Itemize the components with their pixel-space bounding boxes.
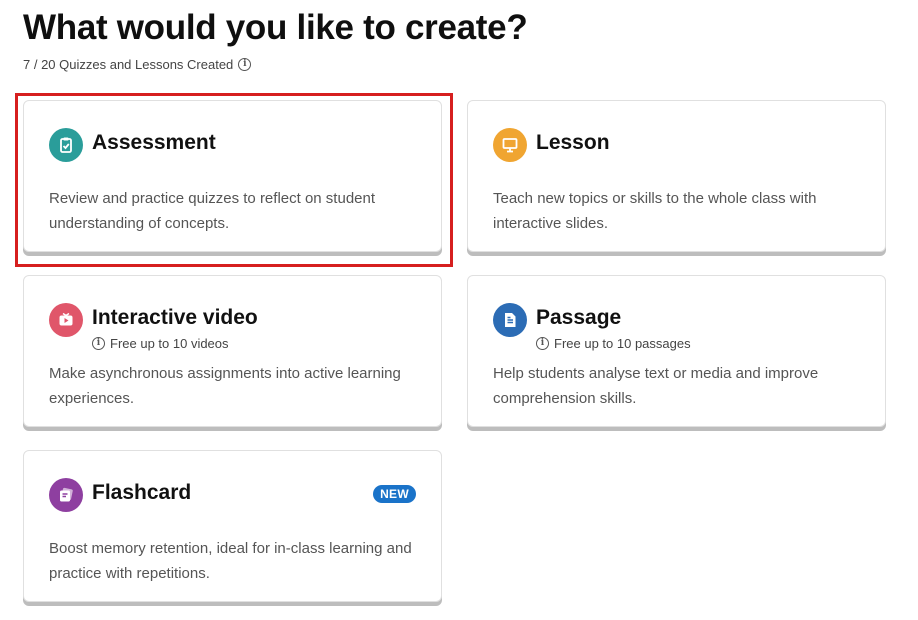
document-icon — [493, 303, 527, 337]
card-title: Interactive video — [92, 306, 258, 329]
card-description: Boost memory retention, ideal for in-cla… — [49, 540, 412, 582]
card-limit-note: i Free up to 10 passages — [536, 336, 691, 351]
usage-counter: 7 / 20 Quizzes and Lessons Created i — [23, 57, 252, 72]
card-title: Passage — [536, 306, 622, 329]
limit-text: Free up to 10 videos — [110, 336, 229, 351]
card-limit-note: i Free up to 10 videos — [92, 336, 229, 351]
usage-text: 7 / 20 Quizzes and Lessons Created — [23, 57, 234, 72]
limit-text: Free up to 10 passages — [554, 336, 691, 351]
card-description: Review and practice quizzes to reflect o… — [49, 190, 376, 232]
card-interactive-video[interactable]: Interactive video i Free up to 10 videos… — [23, 275, 442, 427]
info-icon: i — [536, 337, 549, 350]
card-title: Flashcard — [92, 481, 192, 504]
card-description: Help students analyse text or media and … — [493, 365, 819, 407]
card-flashcard[interactable]: Flashcard NEW Boost memory retention, id… — [23, 450, 442, 602]
card-assessment[interactable]: Assessment Review and practice quizzes t… — [23, 100, 442, 252]
card-title: Assessment — [92, 131, 216, 154]
card-passage[interactable]: Passage i Free up to 10 passages Help st… — [467, 275, 886, 427]
card-lesson[interactable]: Lesson Teach new topics or skills to the… — [467, 100, 886, 252]
clipboard-check-icon — [49, 128, 83, 162]
card-description: Make asynchronous assignments into activ… — [49, 365, 401, 407]
new-badge: NEW — [373, 485, 416, 503]
info-icon: i — [92, 337, 105, 350]
card-description: Teach new topics or skills to the whole … — [493, 190, 817, 232]
presentation-board-icon — [493, 128, 527, 162]
page-title: What would you like to create? — [23, 8, 528, 47]
card-title: Lesson — [536, 131, 610, 154]
flashcard-icon — [49, 478, 83, 512]
video-play-icon — [49, 303, 83, 337]
info-icon[interactable]: i — [238, 58, 252, 71]
